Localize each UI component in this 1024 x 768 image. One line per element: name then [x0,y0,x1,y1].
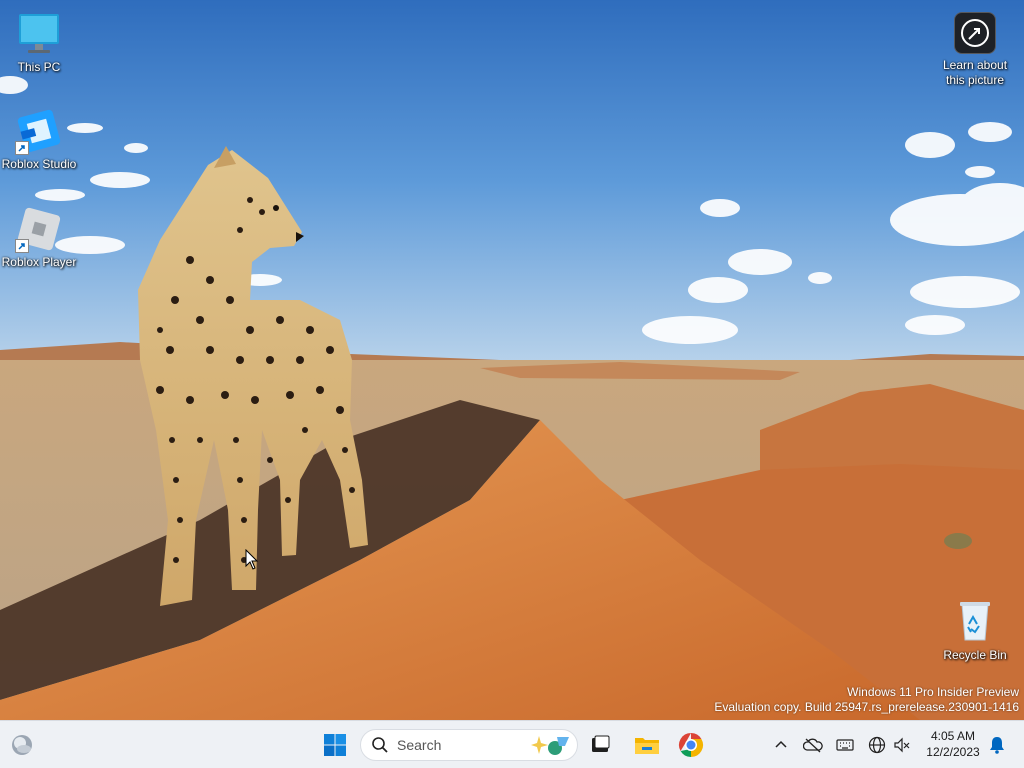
desktop-icon-this-pc[interactable]: This PC [1,10,77,75]
start-button[interactable] [316,726,354,764]
chevron-up-icon [775,740,787,748]
widgets-button[interactable] [3,726,41,764]
onedrive-icon [803,738,823,753]
file-explorer-icon [635,738,659,754]
search-placeholder: Search [397,737,442,753]
clock-time: 4:05 AM [930,729,976,743]
desktop-icon-roblox-studio[interactable]: Roblox Studio [1,107,77,172]
weather-widget-icon [12,735,32,755]
evaluation-watermark: Windows 11 Pro Insider Preview Evaluatio… [714,685,1019,715]
clock-date: 12/2/2023 [926,745,980,759]
onedrive-tray-button[interactable] [801,733,825,757]
keyboard-icon [836,739,854,751]
desktop-icon-label: this picture [945,73,1005,87]
watermark-edition: Windows 11 Pro Insider Preview [847,685,1019,699]
network-button[interactable] [865,733,889,757]
file-explorer-button[interactable] [628,726,666,764]
watermark-build: Evaluation copy. Build 25947.rs_prerelea… [714,700,1019,714]
chrome-icon [678,733,704,757]
taskbar-clock[interactable]: 4:05 AM 12/2/2023 [920,728,986,760]
taskbar-search-box[interactable]: Search [360,729,578,761]
task-view-icon [592,735,610,752]
desktop-icon-roblox-player[interactable]: Roblox Player [1,205,77,270]
roblox-player-icon [15,205,63,253]
volume-button[interactable] [890,733,914,757]
task-view-button[interactable] [581,726,619,764]
roblox-studio-icon [15,107,63,155]
search-icon [372,737,388,753]
camera-location-icon [954,12,996,54]
taskbar: Search 4:05 AM 12/2/2023 [0,720,1024,768]
mouse-pointer-icon [245,549,259,570]
shortcut-arrow-icon [15,141,29,155]
search-highlight-icon [531,736,569,755]
globe-icon [868,736,886,754]
chrome-button[interactable] [672,726,710,764]
bell-icon [990,737,1004,754]
windows-start-icon [324,734,346,756]
desktop-icon-label: Roblox Player [1,255,77,269]
desktop-icon-recycle-bin[interactable]: Recycle Bin [937,598,1013,663]
speaker-muted-icon [894,737,910,753]
show-hidden-icons-button[interactable] [769,733,793,757]
shortcut-arrow-icon [15,239,29,253]
desktop-icon-label: This PC [17,60,61,74]
desktop-wallpaper [0,0,1024,720]
desktop-icon-learn-about-picture[interactable]: Learn about this picture [937,12,1013,88]
desktop-icon-label: Roblox Studio [1,157,77,171]
desktop-icon-label: Learn about [942,58,1008,72]
touch-keyboard-button[interactable] [833,733,857,757]
desktop-icon-label: Recycle Bin [943,648,1007,662]
monitor-icon [15,10,63,58]
notification-center-button[interactable] [985,733,1009,757]
recycle-bin-icon [951,598,999,646]
